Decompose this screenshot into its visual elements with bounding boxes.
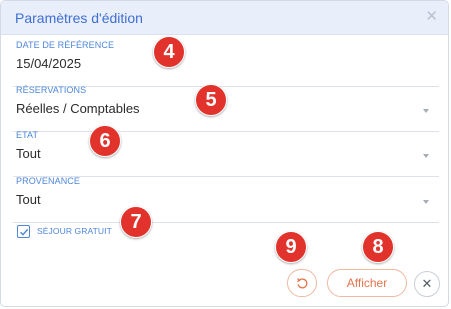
sejour-gratuit-label[interactable]: SÉJOUR GRATUIT [37, 226, 112, 236]
afficher-button[interactable]: Afficher [327, 269, 407, 297]
chevron-down-icon[interactable] [423, 154, 429, 158]
annotation-marker-9: 9 [275, 231, 307, 263]
chevron-down-icon[interactable] [423, 109, 429, 113]
reset-button[interactable] [287, 269, 317, 297]
reference-date-label: DATE DE RÉFÉRENCE [16, 40, 115, 50]
etat-label: ETAT [16, 130, 39, 140]
annotation-marker-6: 6 [89, 125, 121, 157]
chevron-down-icon[interactable] [423, 200, 429, 204]
reference-date-value[interactable]: 15/04/2025 [16, 56, 81, 71]
annotation-marker-5: 5 [195, 84, 227, 116]
dialog-close-icon[interactable]: ✕ [425, 7, 438, 27]
close-button[interactable]: ✕ [414, 271, 440, 297]
reservations-select[interactable]: RÉSERVATIONS Réelles / Comptables [13, 85, 439, 132]
annotation-marker-8: 8 [362, 231, 394, 263]
etat-select[interactable]: ETAT Tout [13, 130, 439, 177]
annotation-marker-4: 4 [153, 36, 185, 68]
etat-value[interactable]: Tout [16, 146, 41, 161]
provenance-value[interactable]: Tout [16, 192, 41, 207]
reset-icon [297, 278, 308, 289]
dialog-title: Paramètres d'édition [15, 10, 143, 26]
checkmark-icon [20, 228, 29, 236]
dialog-header: Paramètres d'édition ✕ [1, 1, 448, 35]
reference-date-field[interactable]: DATE DE RÉFÉRENCE 15/04/2025 [13, 40, 439, 87]
sejour-gratuit-checkbox[interactable] [17, 225, 30, 238]
annotation-marker-7: 7 [120, 206, 152, 238]
reservations-value[interactable]: Réelles / Comptables [16, 101, 140, 116]
provenance-label: PROVENANCE [16, 176, 81, 186]
provenance-select[interactable]: PROVENANCE Tout [13, 176, 439, 223]
reservations-label: RÉSERVATIONS [16, 85, 87, 95]
